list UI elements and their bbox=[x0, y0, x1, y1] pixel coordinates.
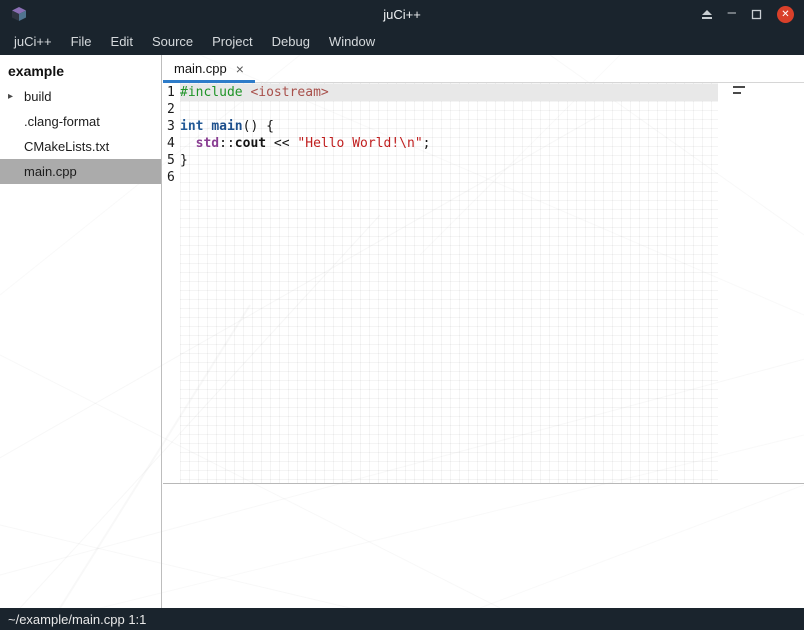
menu-item-source[interactable]: Source bbox=[149, 32, 196, 51]
editor-pane: main.cpp × 123456 #include <iostream> int… bbox=[163, 55, 804, 608]
tab-bar: main.cpp × bbox=[163, 55, 804, 83]
menu-item-file[interactable]: File bbox=[68, 32, 95, 51]
tab-close-icon[interactable]: × bbox=[236, 63, 244, 75]
code-token: () { bbox=[243, 119, 274, 134]
app-window: juCi++ – ✕ juCi++ File Edit Source Project De… bbox=[0, 0, 804, 630]
restore-icon[interactable] bbox=[751, 9, 762, 20]
window-controls: – ✕ bbox=[701, 6, 794, 23]
menu-item-debug[interactable]: Debug bbox=[269, 32, 313, 51]
overview-mark bbox=[733, 92, 741, 94]
code-line-4[interactable]: std::cout << "Hello World!\n"; bbox=[180, 135, 718, 152]
tree-item-clang-format[interactable]: .clang-format bbox=[0, 109, 161, 134]
code-token: <iostream> bbox=[250, 85, 328, 100]
line-number: 6 bbox=[167, 169, 180, 186]
code-line-1[interactable]: #include <iostream> bbox=[180, 84, 718, 101]
code-line-6[interactable] bbox=[180, 169, 718, 186]
minimize-icon[interactable]: – bbox=[728, 8, 736, 18]
code-token: :: bbox=[219, 136, 235, 151]
tree-item-main-cpp[interactable]: main.cpp bbox=[0, 159, 161, 184]
tree-item-cmakelists-txt[interactable]: CMakeLists.txt bbox=[0, 134, 161, 159]
app-icon bbox=[10, 6, 28, 22]
tree-item-label: CMakeLists.txt bbox=[24, 139, 109, 154]
line-number: 1 bbox=[167, 84, 180, 101]
eject-icon[interactable] bbox=[701, 9, 713, 20]
close-icon[interactable]: ✕ bbox=[777, 6, 794, 23]
file-tree-panel: example ▸build .clang-format CMakeLists.tx… bbox=[0, 55, 162, 608]
code-line-2[interactable] bbox=[180, 101, 718, 118]
overview-mark bbox=[733, 86, 745, 88]
code-token: "Hello World!\n" bbox=[297, 136, 422, 151]
menu-item-window[interactable]: Window bbox=[326, 32, 378, 51]
line-number: 5 bbox=[167, 152, 180, 169]
menu-item-juci[interactable]: juCi++ bbox=[11, 32, 55, 51]
code-line-3[interactable]: int main() { bbox=[180, 118, 718, 135]
code-token: std bbox=[196, 136, 219, 151]
menu-item-project[interactable]: Project bbox=[209, 32, 255, 51]
window-title: juCi++ bbox=[0, 7, 804, 22]
status-bar: ~/example/main.cpp 1:1 bbox=[0, 608, 804, 630]
tab-label: main.cpp bbox=[174, 61, 227, 76]
code-area[interactable]: #include <iostream> int main() { std::co… bbox=[180, 83, 718, 483]
tab-main-cpp[interactable]: main.cpp × bbox=[163, 55, 255, 82]
menu-bar: juCi++ File Edit Source Project Debug Window bbox=[0, 28, 804, 55]
code-token: ; bbox=[423, 136, 431, 151]
expander-icon[interactable]: ▸ bbox=[8, 91, 24, 102]
scroll-overview[interactable] bbox=[733, 86, 749, 98]
file-tree: ▸build .clang-format CMakeLists.txt main.cp… bbox=[0, 84, 161, 184]
window-body: example ▸build .clang-format CMakeLists.tx… bbox=[0, 55, 804, 608]
project-root-label: example bbox=[0, 55, 161, 84]
status-text: ~/example/main.cpp 1:1 bbox=[8, 612, 146, 627]
line-number: 3 bbox=[167, 118, 180, 135]
code-token: << bbox=[266, 136, 297, 151]
code-token: } bbox=[180, 153, 188, 168]
code-token: main bbox=[211, 119, 242, 134]
tree-item-label: .clang-format bbox=[24, 114, 100, 129]
window-titlebar[interactable]: juCi++ – ✕ bbox=[0, 0, 804, 28]
code-token: int bbox=[180, 119, 203, 134]
gutter: 123456 bbox=[163, 83, 180, 483]
line-number: 2 bbox=[167, 101, 180, 118]
code-line-5[interactable]: } bbox=[180, 152, 718, 169]
code-token bbox=[180, 136, 196, 151]
editor[interactable]: 123456 #include <iostream> int main() { … bbox=[163, 83, 804, 483]
line-number: 4 bbox=[167, 135, 180, 152]
code-token: #include bbox=[180, 85, 243, 100]
tree-item-label: main.cpp bbox=[24, 164, 77, 179]
tree-item-build[interactable]: ▸build bbox=[0, 84, 161, 109]
menu-item-edit[interactable]: Edit bbox=[108, 32, 136, 51]
code-token: cout bbox=[235, 136, 266, 151]
output-panel bbox=[163, 483, 804, 608]
tree-item-label: build bbox=[24, 89, 51, 104]
